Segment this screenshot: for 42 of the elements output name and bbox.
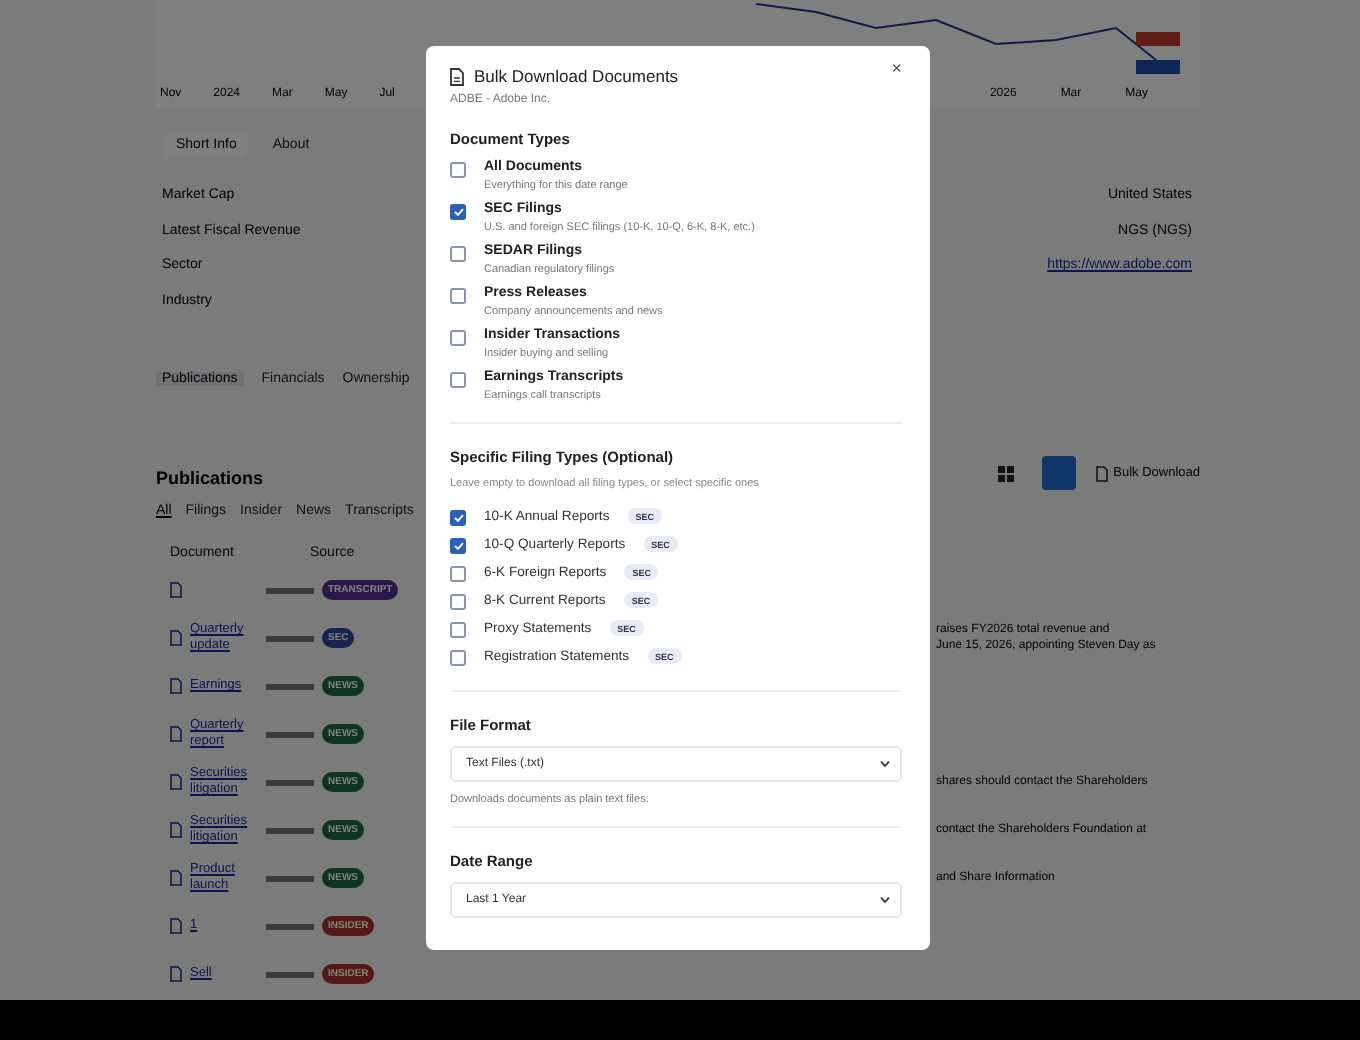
chevron-down-icon <box>880 760 890 768</box>
document-icon <box>170 630 182 646</box>
check-icon <box>453 513 463 521</box>
document-icon <box>170 582 182 598</box>
document-icon <box>170 870 182 886</box>
checkbox[interactable] <box>450 593 466 609</box>
grid-icon <box>997 465 1014 481</box>
rating-bar <box>266 731 314 737</box>
checkbox[interactable] <box>450 649 466 665</box>
document-icon <box>170 822 182 838</box>
document-icon <box>170 966 182 982</box>
modal-title: Bulk Download Documents <box>474 66 679 86</box>
document-icon <box>1095 465 1108 481</box>
document-icon <box>170 726 182 742</box>
document-icon <box>450 67 464 85</box>
list-view-button[interactable] <box>1041 456 1076 490</box>
rating-bar <box>266 683 314 689</box>
rating-bar <box>266 779 314 785</box>
document-icon <box>170 918 182 934</box>
section-heading: Publications <box>156 467 264 487</box>
checkbox[interactable] <box>450 372 466 388</box>
document-icon <box>170 774 182 790</box>
close-button[interactable]: × <box>891 58 902 78</box>
checkbox[interactable] <box>450 330 466 346</box>
chevron-down-icon <box>880 896 890 904</box>
rating-bar <box>266 875 314 881</box>
rating-bar <box>266 971 314 977</box>
checkbox[interactable] <box>450 509 466 525</box>
document-icon <box>170 678 182 694</box>
rating-bar <box>266 923 314 929</box>
checkbox[interactable] <box>450 537 466 553</box>
check-icon <box>453 541 463 549</box>
checkbox[interactable] <box>450 288 466 304</box>
rating-bar <box>266 587 314 593</box>
check-icon <box>453 208 463 216</box>
checkbox[interactable] <box>450 565 466 581</box>
checkbox[interactable] <box>450 246 466 262</box>
checkbox[interactable] <box>450 162 466 178</box>
checkbox[interactable] <box>450 621 466 637</box>
rating-bar <box>266 827 314 833</box>
rating-bar <box>266 635 314 641</box>
checkbox[interactable] <box>450 204 466 220</box>
